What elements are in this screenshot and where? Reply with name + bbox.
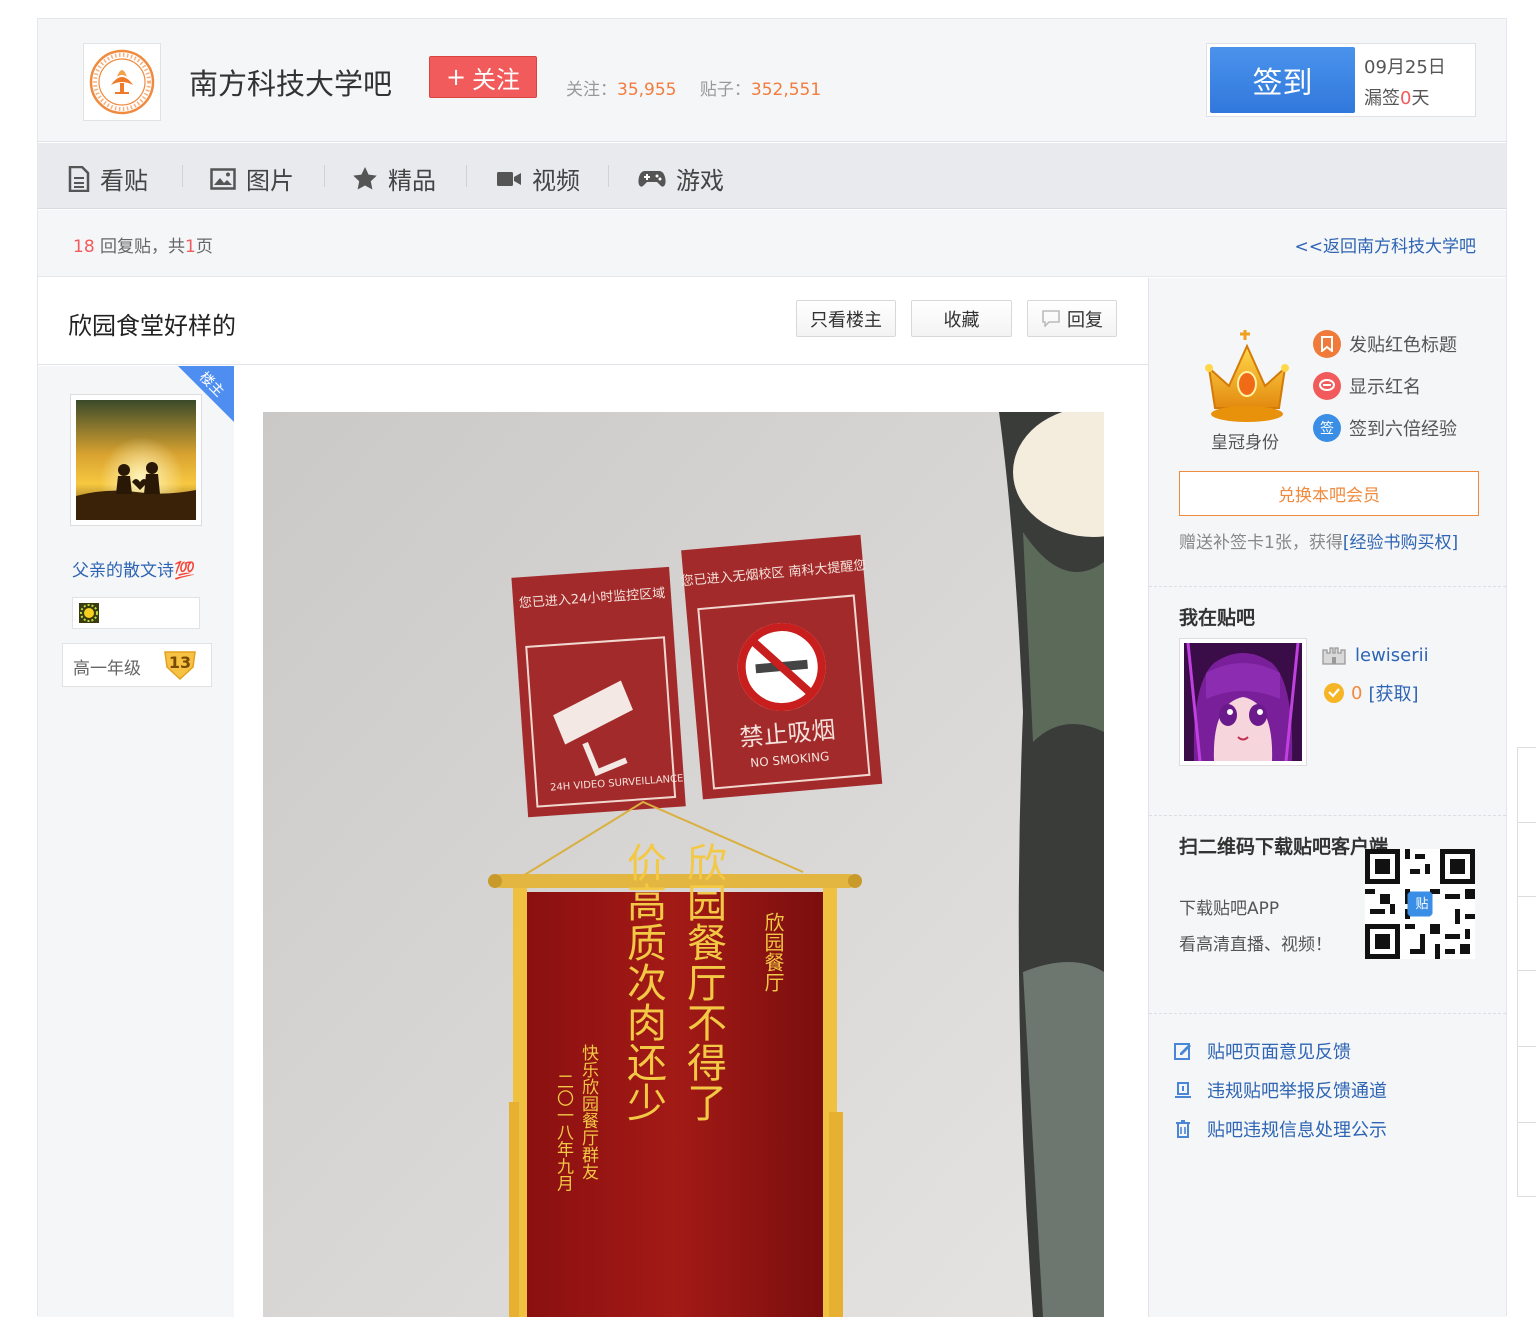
feedback-link[interactable]: 贴吧页面意见反馈 bbox=[1173, 1038, 1351, 1064]
favorite-button[interactable]: 收藏 bbox=[911, 300, 1012, 337]
nav-tab-posts[interactable]: 看贴 bbox=[68, 161, 148, 196]
coin-icon bbox=[1324, 683, 1344, 703]
hd-live-text: 看高清直播、视频！ bbox=[1179, 935, 1332, 955]
perk-red-title: 发贴红色标题 bbox=[1313, 330, 1457, 358]
thread-title: 欣园食堂好样的 bbox=[68, 312, 236, 340]
nav-tab-featured[interactable]: 精品 bbox=[352, 161, 436, 196]
author-name[interactable]: 父亲的散文诗💯 bbox=[72, 556, 195, 581]
download-qr-code[interactable]: 贴 bbox=[1365, 849, 1475, 959]
post-count-label: 贴子： bbox=[699, 80, 751, 100]
my-avatar[interactable] bbox=[1179, 638, 1307, 766]
level-badge: 13 bbox=[163, 649, 197, 681]
gift-text: 赠送补签卡1张，获得[经验书购买权] bbox=[1179, 533, 1459, 553]
forum-stats: 关注：35,955 贴子：352,551 bbox=[566, 75, 821, 100]
level-name: 高一年级 bbox=[73, 659, 141, 679]
reply-button[interactable]: 回复 bbox=[1027, 300, 1117, 337]
sign-in-button[interactable]: 签到 bbox=[1210, 47, 1355, 113]
forum-header: 南方科技大学吧 + 关注 关注：35,955 贴子：352,551 签到 09月… bbox=[38, 19, 1506, 142]
sign-missed-days: 漏签0天 bbox=[1364, 88, 1430, 109]
forum-name[interactable]: 南方科技大学吧 bbox=[189, 61, 392, 103]
follow-count: 35,955 bbox=[617, 80, 677, 100]
perk-six-exp: 签 签到六倍经验 bbox=[1313, 414, 1457, 442]
thread-title-bar: 欣园食堂好样的 只看楼主 收藏 回复 bbox=[38, 278, 1148, 365]
post-image[interactable]: 您已进入24小时监控区域 24H VIDEO SURVEILLANCE 您已进入… bbox=[263, 412, 1104, 1317]
trash-icon bbox=[1176, 1120, 1190, 1138]
violation-notice-link[interactable]: 贴吧违规信息处理公示 bbox=[1173, 1116, 1387, 1142]
thread-info-bar: 18 回复贴，共1页 <<返回南方科技大学吧 bbox=[38, 210, 1506, 277]
nav-tab-images[interactable]: 图片 bbox=[210, 161, 294, 196]
forum-logo[interactable] bbox=[83, 43, 161, 121]
comment-icon bbox=[1042, 310, 1060, 327]
banner-date: 二〇一八年九月 bbox=[553, 1073, 574, 1192]
sign-icon: 签 bbox=[1313, 414, 1341, 442]
image-icon bbox=[210, 167, 236, 190]
reply-count: 18 回复贴，共1页 bbox=[73, 237, 213, 257]
banner-recipient: 欣园餐厅 bbox=[761, 912, 785, 992]
canteen-banner-photo: 您已进入24小时监控区域 24H VIDEO SURVEILLANCE 您已进入… bbox=[263, 412, 1104, 1317]
banner-line-2: 价高质次肉还少 bbox=[620, 842, 667, 1122]
crown-icon bbox=[1205, 330, 1289, 422]
get-points-link[interactable]: [获取] bbox=[1368, 680, 1418, 706]
nav-tab-games[interactable]: 游戏 bbox=[638, 161, 724, 196]
plus-icon: + bbox=[445, 63, 467, 91]
author-panel: 楼主 父亲的散文诗💯 高一年级 13 bbox=[38, 366, 234, 1317]
download-app-text: 下载贴吧APP bbox=[1179, 899, 1280, 919]
author-avatar[interactable] bbox=[70, 394, 202, 526]
follow-label: 关注 bbox=[472, 65, 521, 94]
sunset-avatar-image bbox=[76, 400, 196, 520]
university-seal-icon bbox=[89, 49, 155, 115]
banner-line-1: 欣园餐厅不得了 bbox=[680, 842, 727, 1122]
post-content: 您已进入24小时监控区域 24H VIDEO SURVEILLANCE 您已进入… bbox=[234, 366, 1148, 1317]
star-icon bbox=[353, 167, 377, 190]
chat-icon bbox=[1313, 372, 1341, 400]
post-count: 352,551 bbox=[750, 80, 822, 100]
banner-giver: 快乐欣园餐厅群友 bbox=[578, 1044, 599, 1180]
gamepad-icon bbox=[638, 170, 666, 187]
right-sidebar: 皇冠身份 发贴红色标题 显示红名 签 签到六倍经验 兑换本吧会员 赠送补签卡1张… bbox=[1148, 278, 1506, 1317]
page-frame: 南方科技大学吧 + 关注 关注：35,955 贴子：352,551 签到 09月… bbox=[37, 18, 1507, 1317]
forum-nav: 看贴 图片 精品 视频 游戏 bbox=[38, 143, 1506, 209]
exchange-membership-button[interactable]: 兑换本吧会员 bbox=[1179, 471, 1479, 516]
exp-book-link[interactable]: [经验书购买权] bbox=[1343, 533, 1458, 553]
sun-badge-icon[interactable] bbox=[79, 603, 99, 623]
crown-identity-label: 皇冠身份 bbox=[1211, 433, 1279, 453]
sign-in-panel: 签到 09月25日 漏签0天 bbox=[1206, 43, 1476, 117]
back-to-forum-link[interactable]: <<返回南方科技大学吧 bbox=[1295, 232, 1477, 257]
author-badges bbox=[72, 597, 200, 629]
video-camera-icon bbox=[497, 171, 521, 186]
anime-avatar-image bbox=[1184, 642, 1302, 762]
document-icon bbox=[68, 165, 90, 192]
perk-red-name: 显示红名 bbox=[1313, 372, 1421, 400]
report-link[interactable]: 违规贴吧举报反馈通道 bbox=[1173, 1077, 1387, 1103]
castle-icon bbox=[1322, 647, 1346, 665]
level-number: 13 bbox=[168, 653, 192, 672]
report-icon bbox=[1175, 1082, 1191, 1098]
floating-toolbar[interactable] bbox=[1517, 747, 1536, 1197]
bookmark-icon bbox=[1313, 330, 1341, 358]
points-value: 0 bbox=[1351, 682, 1363, 704]
my-points: 0 [获取] bbox=[1323, 680, 1419, 706]
qr-section-title: 扫二维码下载贴吧客户端 bbox=[1179, 836, 1389, 858]
sign-date: 09月25日 bbox=[1364, 57, 1446, 78]
me-section-title: 我在贴吧 bbox=[1179, 607, 1256, 629]
only-op-button[interactable]: 只看楼主 bbox=[796, 300, 896, 337]
follow-count-label: 关注： bbox=[566, 80, 617, 100]
author-level: 高一年级 13 bbox=[62, 643, 212, 687]
follow-button[interactable]: + 关注 bbox=[429, 56, 537, 98]
qr-tieba-badge: 贴 bbox=[1415, 897, 1429, 912]
my-username[interactable]: lewiserii bbox=[1321, 644, 1429, 666]
edit-icon bbox=[1174, 1043, 1191, 1060]
nav-tab-videos[interactable]: 视频 bbox=[496, 161, 580, 196]
